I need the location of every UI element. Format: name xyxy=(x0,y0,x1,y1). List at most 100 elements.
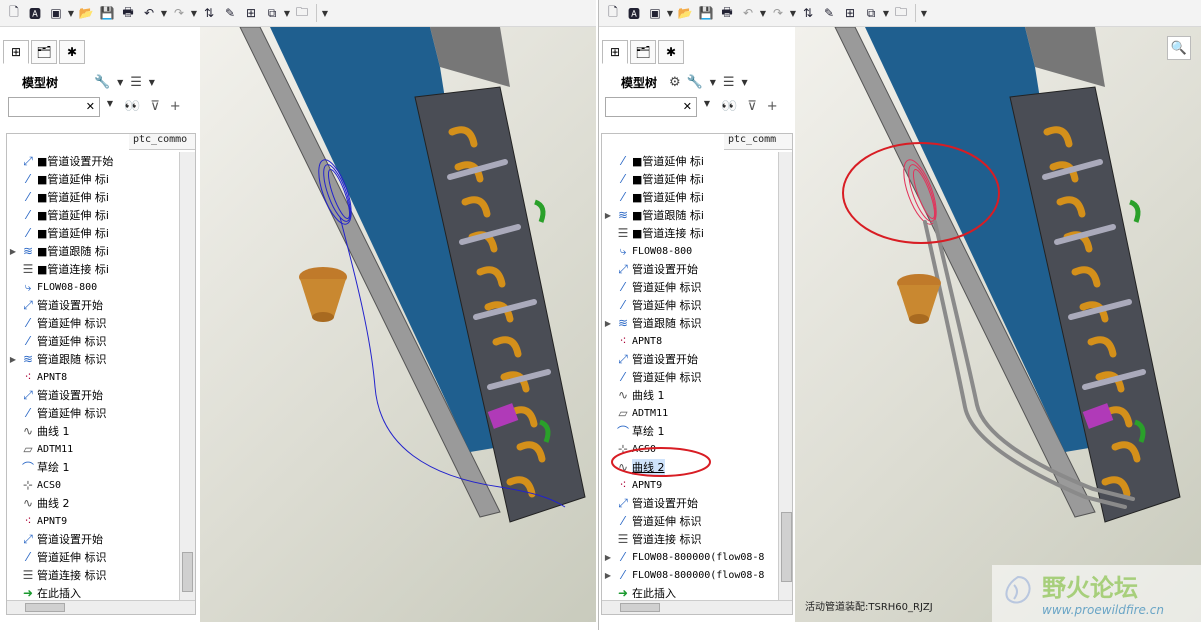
tree-item[interactable]: ⁄ ■管道延伸 标i xyxy=(602,188,704,206)
undo-icon[interactable]: ↶ xyxy=(738,3,758,23)
tab-favorites[interactable]: ✱ xyxy=(658,40,684,64)
scroll-thumb[interactable] xyxy=(25,603,65,612)
save-icon[interactable]: 💾 xyxy=(97,3,117,23)
network-icon[interactable]: ⊞ xyxy=(840,3,860,23)
tree-item[interactable]: ⤷ FLOW08-800 xyxy=(7,278,98,296)
tree-item[interactable]: ▱ ADTM11 xyxy=(602,404,668,422)
binoculars-icon[interactable]: 👀 xyxy=(721,99,737,114)
chevron-down-icon[interactable]: ▼ xyxy=(666,9,674,18)
tree-item[interactable]: ⁖ APNT9 xyxy=(7,512,67,530)
chevron-down-icon[interactable]: ▼ xyxy=(709,78,717,87)
show-list-icon[interactable]: ☰ xyxy=(723,75,735,90)
scroll-thumb[interactable] xyxy=(781,512,792,582)
tree-item[interactable]: ⤷ FLOW08-800 xyxy=(602,242,693,260)
edit-icon[interactable]: ✎ xyxy=(220,3,240,23)
scroll-thumb[interactable] xyxy=(620,603,660,612)
add-icon[interactable]: + xyxy=(170,99,181,114)
clear-search-icon[interactable]: ✕ xyxy=(683,100,692,113)
zoom-icon[interactable]: 🔍 xyxy=(1167,36,1191,60)
tree-horizontal-scrollbar[interactable] xyxy=(7,600,195,614)
tree-search-input[interactable]: ✕ xyxy=(8,97,100,117)
tree-item[interactable]: ∿ 曲线 1 xyxy=(602,386,665,404)
regenerate-icon[interactable]: ⇅ xyxy=(199,3,219,23)
redo-icon[interactable]: ↷ xyxy=(768,3,788,23)
print-icon[interactable]: 🖶 xyxy=(717,3,737,23)
window-icon[interactable]: ⧉ xyxy=(262,3,282,23)
tree-item[interactable]: ☰ 管道连接 标识 xyxy=(602,530,702,548)
open-folder-icon[interactable]: 📂 xyxy=(76,3,96,23)
scroll-thumb[interactable] xyxy=(182,552,193,592)
expand-arrow-icon[interactable]: ▶ xyxy=(602,553,614,562)
tree-item[interactable]: ⊹ ACS0 xyxy=(7,476,61,494)
tree-item[interactable]: ∿ 曲线 1 xyxy=(7,422,70,440)
window-icon[interactable]: ⧉ xyxy=(861,3,881,23)
tree-item[interactable]: ⁄ 管道延伸 标识 xyxy=(602,512,702,530)
chevron-down-icon[interactable]: ▼ xyxy=(882,9,890,18)
tree-item[interactable]: ⁄ 管道延伸 标识 xyxy=(7,548,107,566)
new-file-icon[interactable]: 🗋 xyxy=(603,3,623,23)
tree-item[interactable]: ⁄ 管道延伸 标识 xyxy=(7,314,107,332)
tree-item[interactable]: ⤢ ■管道设置开始 xyxy=(7,152,113,170)
open-text-icon[interactable]: 🅰 xyxy=(624,3,644,23)
tab-folder-browser[interactable]: 🗂 xyxy=(31,40,57,64)
edit-icon[interactable]: ✎ xyxy=(819,3,839,23)
tree-item[interactable]: ⁄ 管道延伸 标识 xyxy=(602,368,702,386)
tree-item[interactable]: ∿ 曲线 2 xyxy=(7,494,70,512)
add-icon[interactable]: + xyxy=(767,99,778,114)
tree-item[interactable]: ⤢ 管道设置开始 xyxy=(602,260,698,278)
tree-item[interactable]: ⁄ ■管道延伸 标i xyxy=(7,188,109,206)
network-icon[interactable]: ⊞ xyxy=(241,3,261,23)
chevron-down-icon[interactable]: ▼ xyxy=(106,99,114,114)
redo-icon[interactable]: ↷ xyxy=(169,3,189,23)
tab-folder-browser[interactable]: 🗂 xyxy=(630,40,656,64)
tree-item[interactable]: ▶ ≋ 管道跟随 标识 xyxy=(602,314,702,332)
tree-item[interactable]: ⁄ ■管道延伸 标i xyxy=(602,152,704,170)
chevron-down-icon[interactable]: ▼ xyxy=(190,9,198,18)
chevron-down-icon[interactable]: ▼ xyxy=(116,78,124,87)
tree-horizontal-scrollbar[interactable] xyxy=(602,600,792,614)
tree-item[interactable]: ▶ ≋ ■管道跟随 标i xyxy=(602,206,704,224)
tree-item[interactable]: ☰ ■管道连接 标i xyxy=(602,224,704,242)
tab-favorites[interactable]: ✱ xyxy=(59,40,85,64)
tree-item[interactable]: ▱ ADTM11 xyxy=(7,440,73,458)
tools-icon[interactable]: 🔧 xyxy=(687,75,703,90)
show-list-icon[interactable]: ☰ xyxy=(130,75,142,90)
tree-item[interactable]: ⁄ ■管道延伸 标i xyxy=(602,170,704,188)
toolbar-overflow-icon[interactable]: ▼ xyxy=(321,9,329,18)
tree-item[interactable]: ⌒ 草绘 1 xyxy=(7,458,70,476)
chevron-down-icon[interactable]: ▼ xyxy=(789,9,797,18)
expand-arrow-icon[interactable]: ▶ xyxy=(7,355,19,364)
view-icon[interactable]: ▣ xyxy=(46,3,66,23)
tab-model-tree[interactable]: ⊞ xyxy=(602,40,628,64)
filter-icon[interactable]: ⊽ xyxy=(150,99,160,114)
toolbar-overflow-icon[interactable]: ▼ xyxy=(920,9,928,18)
undo-icon[interactable]: ↶ xyxy=(139,3,159,23)
tree-item[interactable]: ⤢ 管道设置开始 xyxy=(7,530,103,548)
chevron-down-icon[interactable]: ▼ xyxy=(283,9,291,18)
tree-item[interactable]: ☰ ■管道连接 标i xyxy=(7,260,109,278)
tree-item[interactable]: ▶ ≋ ■管道跟随 标i xyxy=(7,242,109,260)
tree-vertical-scrollbar[interactable] xyxy=(778,152,792,600)
binoculars-icon[interactable]: 👀 xyxy=(124,99,140,114)
tree-item[interactable]: ▶ ≋ 管道跟随 标识 xyxy=(7,350,107,368)
chevron-down-icon[interactable]: ▼ xyxy=(148,78,156,87)
tree-item[interactable]: ⤢ 管道设置开始 xyxy=(7,386,103,404)
tree-item[interactable]: ☰ 管道连接 标识 xyxy=(7,566,107,584)
chevron-down-icon[interactable]: ▼ xyxy=(67,9,75,18)
tree-search-input[interactable]: ✕ xyxy=(605,97,697,117)
tree-item[interactable]: ⁖ APNT8 xyxy=(602,332,662,350)
tree-item[interactable]: ⁄ 管道延伸 标识 xyxy=(7,332,107,350)
pipe-settings-icon[interactable]: ⚙ xyxy=(669,75,681,90)
save-icon[interactable]: 💾 xyxy=(696,3,716,23)
folder-up-icon[interactable]: 🗀 xyxy=(292,3,312,23)
tree-item[interactable]: ⤢ 管道设置开始 xyxy=(7,296,103,314)
tree-item[interactable]: ▶ ⁄ FLOW08-800000(flow08-8 xyxy=(602,566,765,584)
expand-arrow-icon[interactable]: ▶ xyxy=(602,571,614,580)
tree-item[interactable]: ⌒ 草绘 1 xyxy=(602,422,665,440)
tree-item[interactable]: ⤢ 管道设置开始 xyxy=(602,494,698,512)
expand-arrow-icon[interactable]: ▶ xyxy=(602,319,614,328)
tree-item[interactable]: ⁄ 管道延伸 标识 xyxy=(602,278,702,296)
tree-item[interactable]: ▶ ⁄ FLOW08-800000(flow08-8 xyxy=(602,548,765,566)
chevron-down-icon[interactable]: ▼ xyxy=(160,9,168,18)
print-icon[interactable]: 🖶 xyxy=(118,3,138,23)
